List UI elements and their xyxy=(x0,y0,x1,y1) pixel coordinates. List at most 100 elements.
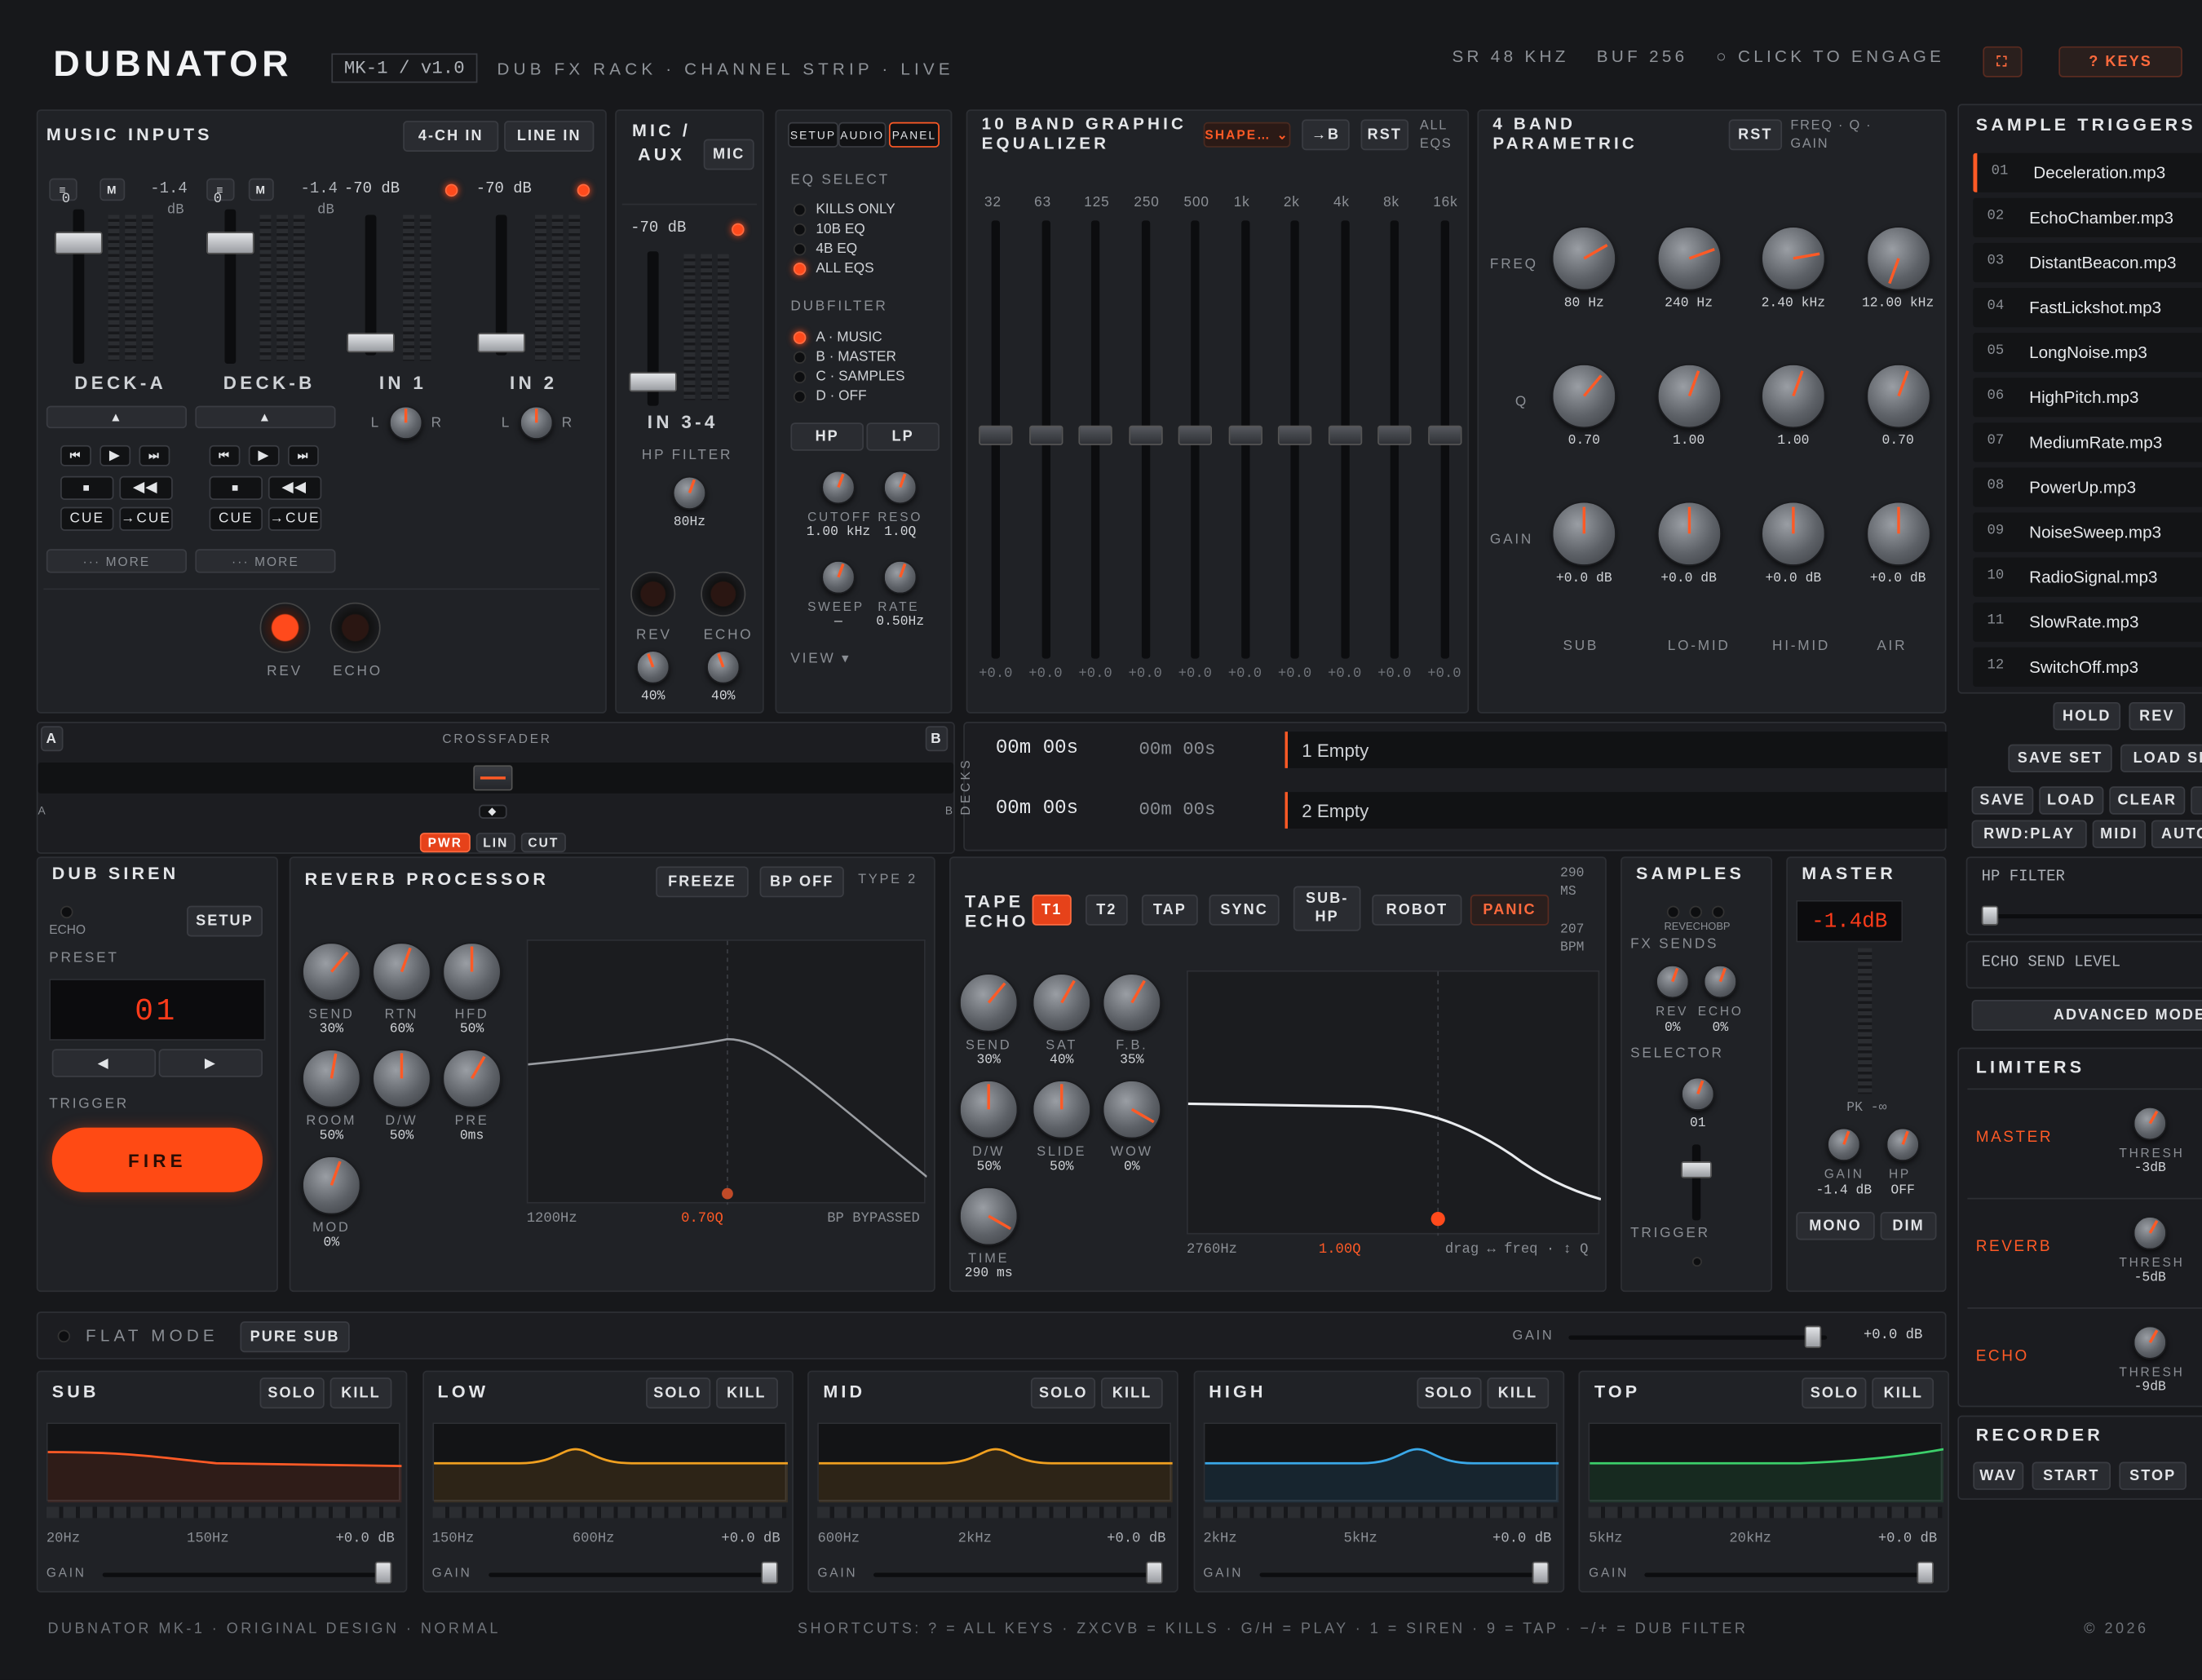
save-button[interactable]: SAVE xyxy=(1971,786,2034,815)
radio-master[interactable] xyxy=(793,351,807,364)
flat-gain-cap[interactable] xyxy=(1804,1325,1822,1349)
tape-sat-knob[interactable] xyxy=(1032,973,1091,1032)
reverb-graph[interactable] xyxy=(526,939,928,1205)
mono-button[interactable]: MONO xyxy=(1796,1211,1875,1240)
hp-filter-slider-cap[interactable] xyxy=(1981,905,1999,926)
trigger-row[interactable]: 11 SlowRate.mp3 xyxy=(1973,602,2202,642)
peq-q-knob[interactable] xyxy=(1865,363,1930,429)
tab-audio[interactable]: AUDIO xyxy=(838,122,887,148)
geq-fader-cap[interactable] xyxy=(1277,425,1312,445)
trigger-row[interactable]: 12 SwitchOff.mp3 xyxy=(1973,647,2202,687)
band-gain-cap[interactable] xyxy=(1146,1561,1164,1585)
shape-dropdown[interactable]: SHAPE… ⌄ xyxy=(1203,122,1291,148)
deck-a-prev-button[interactable]: ⏮ xyxy=(60,444,91,466)
bp-off-button[interactable]: BP OFF xyxy=(759,866,844,898)
preset-prev-button[interactable]: ◀ xyxy=(51,1049,157,1077)
deck-b-fader-cap[interactable] xyxy=(206,232,254,254)
wav-button[interactable]: WAV xyxy=(1973,1461,2024,1490)
geq-fader-cap[interactable] xyxy=(1328,425,1362,445)
trigger-row[interactable]: 07 MediumRate.mp3 xyxy=(1973,422,2202,462)
master-gain-knob[interactable] xyxy=(1827,1127,1861,1162)
peq-freq-knob[interactable] xyxy=(1551,226,1616,291)
peq-gain-knob[interactable] xyxy=(1761,501,1826,566)
geq-fader-cap[interactable] xyxy=(979,425,1013,445)
radio-4b-eq[interactable] xyxy=(793,242,807,256)
reverb-pre-knob[interactable] xyxy=(442,1049,502,1108)
deck-a-play-button[interactable]: ▶ xyxy=(99,444,131,466)
sub-hp-button[interactable]: SUB-HP xyxy=(1293,886,1361,931)
peq-q-knob[interactable] xyxy=(1656,363,1722,429)
trigger-row[interactable]: 03 DistantBeacon.mp3 xyxy=(1973,242,2202,283)
siren-setup-button[interactable]: SETUP xyxy=(187,905,263,937)
in1-led[interactable] xyxy=(444,183,458,197)
tab-setup[interactable]: SETUP xyxy=(787,122,838,148)
deck-a-tocue-button[interactable]: →CUE xyxy=(119,506,173,531)
preset-next-button[interactable]: ▶ xyxy=(158,1049,263,1077)
t2-button[interactable]: T2 xyxy=(1086,894,1128,926)
trigger-row[interactable]: 10 RadioSignal.mp3 xyxy=(1973,557,2202,597)
in1-fader-cap[interactable] xyxy=(347,333,395,353)
deck-a-load-button[interactable]: ▲ xyxy=(46,405,188,429)
crossfader-center-button[interactable]: ◆ xyxy=(479,804,507,819)
reverb-mod-knob[interactable] xyxy=(302,1156,361,1215)
radio-all-eqs[interactable] xyxy=(793,262,807,276)
clear-button[interactable]: CLEAR xyxy=(2109,786,2186,815)
peq-freq-knob[interactable] xyxy=(1761,226,1826,291)
tape-time-knob[interactable] xyxy=(959,1187,1019,1246)
in2-led[interactable] xyxy=(577,183,590,197)
tap-button[interactable]: TAP xyxy=(1141,894,1198,926)
cutoff-knob[interactable] xyxy=(821,470,856,505)
trigger-row[interactable]: 05 LongNoise.mp3 xyxy=(1973,333,2202,373)
band-gain-slider[interactable] xyxy=(102,1572,384,1577)
geq-fader-cap[interactable] xyxy=(1128,425,1162,445)
geq-fader-cap[interactable] xyxy=(1028,425,1063,445)
trigger-extra-button[interactable] xyxy=(2191,786,2202,815)
echo-send-button[interactable] xyxy=(329,602,381,653)
4ch-in-button[interactable]: 4-CH IN xyxy=(403,121,499,152)
geq-reset-button[interactable]: RST xyxy=(1360,119,1409,151)
crossfader-cap[interactable] xyxy=(473,765,513,791)
advanced-mode-button[interactable]: ADVANCED MODE xyxy=(1971,999,2202,1031)
reverb-room-knob[interactable] xyxy=(302,1049,361,1108)
peq-gain-knob[interactable] xyxy=(1656,501,1722,566)
reso-knob[interactable] xyxy=(883,470,918,505)
radio-off[interactable] xyxy=(793,390,807,404)
band-kill-button[interactable]: KILL xyxy=(1487,1377,1549,1409)
hp-filter-slider[interactable] xyxy=(1984,913,2202,919)
band-solo-button[interactable]: SOLO xyxy=(1802,1377,1868,1409)
midi-button[interactable]: MIDI xyxy=(2092,820,2147,849)
load-button[interactable]: LOAD xyxy=(2039,786,2104,815)
fire-button[interactable]: FIRE xyxy=(51,1127,263,1192)
band-kill-button[interactable]: KILL xyxy=(329,1377,392,1409)
crossfader-b-button[interactable]: B xyxy=(925,726,948,752)
siren-echo-led[interactable] xyxy=(60,905,73,919)
tape-fb-knob[interactable] xyxy=(1102,973,1162,1032)
mic-rev-button[interactable] xyxy=(630,571,676,617)
deck-b-load-button[interactable]: ▲ xyxy=(195,405,336,429)
robot-button[interactable]: ROBOT xyxy=(1372,894,1462,926)
tab-panel[interactable]: PANEL xyxy=(888,122,940,148)
deck-a-next-button[interactable]: ⏭ xyxy=(139,444,170,466)
band-kill-button[interactable]: KILL xyxy=(1101,1377,1164,1409)
hp-button[interactable]: HP xyxy=(790,422,864,451)
deck-b-play-button[interactable]: ▶ xyxy=(248,444,280,466)
rwd-play-button[interactable]: RWD:PLAY xyxy=(1971,820,2087,849)
band-gain-slider[interactable] xyxy=(1259,1572,1541,1577)
deck-b-next-button[interactable]: ⏭ xyxy=(287,444,319,466)
freeze-button[interactable]: FREEZE xyxy=(656,866,749,898)
tape-dw-knob[interactable] xyxy=(959,1080,1019,1139)
trigger-rev-button[interactable]: REV xyxy=(2129,701,2186,731)
band-solo-button[interactable]: SOLO xyxy=(645,1377,710,1409)
radio-samples[interactable] xyxy=(793,370,807,384)
trigger-row[interactable]: 02 EchoChamber.mp3 xyxy=(1973,197,2202,238)
deck-b-mute-button[interactable]: M xyxy=(248,178,274,201)
samples-echo-led[interactable] xyxy=(1689,905,1702,919)
samples-rev-led[interactable] xyxy=(1666,905,1680,919)
peq-q-knob[interactable] xyxy=(1761,363,1826,429)
fullscreen-button[interactable]: ⛶ xyxy=(1983,46,2023,77)
mic-echo-knob[interactable] xyxy=(706,650,741,684)
band-solo-button[interactable]: SOLO xyxy=(1417,1377,1482,1409)
band-kill-button[interactable]: KILL xyxy=(715,1377,778,1409)
record-start-button[interactable]: START xyxy=(2032,1461,2111,1490)
load-set-button[interactable]: LOAD SE xyxy=(2120,744,2202,773)
